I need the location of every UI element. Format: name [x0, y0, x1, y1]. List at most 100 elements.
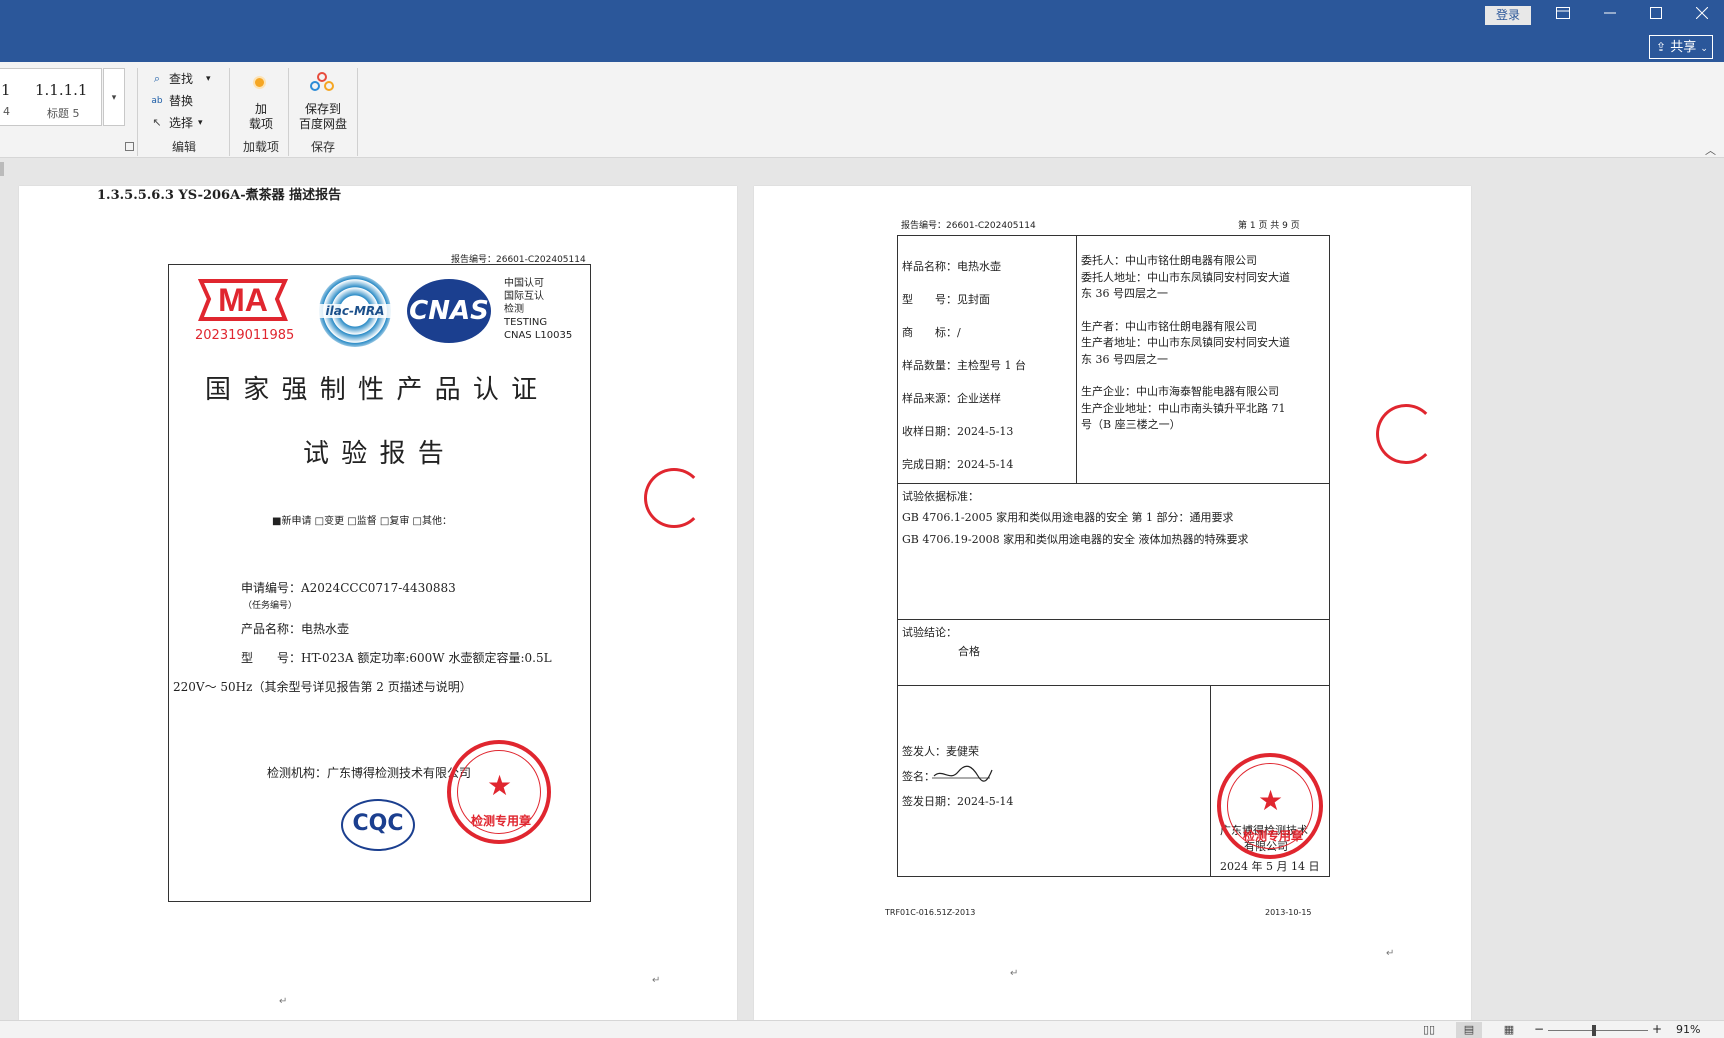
collapse-ribbon-icon[interactable]: ︿ [1705, 142, 1716, 158]
cnas-text-line: TESTING [504, 317, 548, 328]
model-info-continued: 220V～ 50Hz（其余型号详见报告第 2 页描述与说明） [173, 680, 472, 694]
issue-date: 签发日期：2024-5-14 [902, 795, 1014, 808]
ruler-marker [0, 162, 4, 176]
login-button[interactable]: 登录 [1485, 6, 1531, 25]
style-item-label[interactable]: 1.1.1.1 [35, 81, 87, 99]
style-item-sub: 4 [3, 105, 10, 118]
cnas-text-line: 中国认可 [504, 278, 544, 289]
certificate-frame: MA 202319011985 ilac-MRA CNAS 中国认可 国际互认 … [168, 264, 591, 902]
factory-address: 生产企业地址：中山市南头镇升平北路 71 [1081, 401, 1286, 415]
group-divider [229, 68, 230, 156]
task-number-label: （任务编号） [243, 601, 298, 611]
baidu-cloud-icon [310, 72, 336, 94]
ilac-mra-logo: ilac-MRA [319, 275, 391, 347]
select-button[interactable]: ↖ 选择 ▾ [150, 114, 203, 131]
sample-source: 样品来源：企业送样 [902, 392, 1001, 405]
search-icon: ⌕ [153, 71, 161, 85]
find-label: 查找 [169, 72, 194, 86]
style-item-sub: 标题 5 [47, 107, 80, 120]
addins-group-label: 加载项 [242, 140, 279, 154]
cnas-text-line: 国际互认 [504, 291, 544, 302]
factory-address-2: 号（B 座三楼之一） [1081, 418, 1181, 431]
test-standard: GB 4706.1-2005 家用和类似用途电器的安全 第 1 部分：通用要求 [902, 511, 1234, 524]
sample-model: 型 号：见封面 [902, 293, 990, 306]
close-icon[interactable] [1682, 4, 1722, 26]
addins-label-1: 加 [254, 102, 267, 116]
document-workspace[interactable]: 1.3.5.5.6.3 YS-206A-煮茶器 描述报告 报告编号：26601-… [0, 158, 1724, 1020]
star-icon: ★ [487, 769, 513, 802]
style-item-label[interactable]: 1 [1, 81, 11, 99]
zoom-in-button[interactable]: + [1652, 1022, 1662, 1036]
sample-quantity: 样品数量：主检型号 1 台 [902, 359, 1026, 372]
zoom-slider[interactable] [1548, 1030, 1648, 1031]
report-number: 报告编号：26601-C202405114 [901, 221, 1036, 231]
application-type-checkboxes: ■新申请 □变更 □监督 □复审 □其他： [272, 516, 452, 527]
issuing-date: 2024 年 5 月 14 日 [1220, 860, 1320, 873]
testing-lab: 检测机构：广东博得检测技术有限公司 [267, 766, 472, 780]
ribbon-display-icon[interactable] [1543, 4, 1583, 26]
replace-icon: ab [151, 95, 163, 106]
chevron-down-icon: ▾ [198, 117, 203, 128]
sample-name: 样品名称：电热水壶 [902, 260, 1001, 273]
zoom-level[interactable]: 91% [1676, 1023, 1700, 1036]
seal-label: 检测专用章 [471, 814, 532, 828]
paragraph-mark-icon: ↵ [1386, 948, 1395, 959]
client-address-2: 东 36 号四层之一 [1081, 287, 1168, 300]
editing-group-label: 编辑 [171, 140, 196, 154]
group-divider [357, 68, 358, 156]
title-bar: 登录 ⇪ 共享 ⌄ [0, 0, 1724, 62]
star-icon: ★ [1258, 784, 1284, 817]
document-page-2[interactable]: 报告编号：26601-C202405114 第 1 页 共 9 页 样品名称：电… [754, 186, 1471, 1020]
ribbon: 1 4 1.1.1.1 标题 5 ▾ ⌕ 查找 ▾ ab 替换 ↖ 选择 ▾ 编… [0, 62, 1724, 158]
save-to-baidu-button[interactable]: 保存到 百度网盘 [294, 102, 352, 132]
addins-button[interactable]: 加 载项 [244, 102, 278, 132]
share-icon: ⇪ [1656, 40, 1667, 54]
paragraph-mark-icon: ↵ [652, 975, 661, 986]
form-code: TRF01C-016.51Z-2013 [885, 908, 976, 917]
read-mode-icon[interactable]: ▯▯ [1416, 1022, 1442, 1038]
chevron-down-icon: ⌄ [1700, 44, 1708, 54]
issuer: 签发人：麦健荣 [902, 745, 979, 758]
print-layout-icon[interactable]: ▤ [1456, 1022, 1482, 1038]
select-label: 选择 [169, 116, 194, 130]
status-bar: ▯▯ ▤ ▦ − + 91% [0, 1020, 1724, 1038]
styles-gallery[interactable]: 1 4 1.1.1.1 标题 5 [0, 68, 102, 126]
page-number: 第 1 页 共 9 页 [1238, 221, 1300, 231]
client-address: 委托人地址：中山市东凤镇同安村同安大道 [1081, 270, 1290, 284]
partial-seal [1376, 404, 1436, 464]
ilac-label: ilac-MRA [319, 304, 391, 318]
web-layout-icon[interactable]: ▦ [1496, 1022, 1522, 1038]
report-title: 试 验 报 告 [303, 439, 446, 469]
maximize-icon[interactable] [1636, 4, 1676, 26]
replace-button[interactable]: ab 替换 [150, 92, 193, 109]
cnas-logo: CNAS [407, 279, 491, 343]
zoom-out-button[interactable]: − [1534, 1022, 1544, 1036]
cma-number: 202319011985 [195, 328, 295, 343]
minimize-icon[interactable] [1590, 4, 1630, 26]
styles-more-button[interactable]: ▾ [103, 68, 125, 126]
group-divider [137, 68, 138, 156]
application-number: 申请编号：A2024CCC0717-4430883 [241, 581, 456, 595]
save-group-label: 保存 [310, 140, 335, 154]
chevron-down-icon: ▾ [206, 73, 211, 84]
product-name: 产品名称：电热水壶 [241, 622, 350, 636]
zoom-slider-thumb[interactable] [1592, 1025, 1596, 1036]
sample-trademark: 商 标：/ [902, 326, 961, 339]
test-basis-label: 试验依据标准： [902, 490, 979, 503]
completed-date: 完成日期：2024-5-14 [902, 458, 1014, 471]
model-info: 型 号：HT-023A 额定功率:600W 水壶额定容量:0.5L [241, 651, 552, 665]
addins-label-2: 载项 [248, 117, 273, 131]
save-label-1: 保存到 [304, 102, 341, 116]
share-button[interactable]: ⇪ 共享 ⌄ [1649, 35, 1713, 59]
find-button[interactable]: ⌕ 查找 ▾ [150, 70, 211, 87]
received-date: 收样日期：2024-5-13 [902, 425, 1014, 438]
cnas-text: 中国认可 国际互认 检测 TESTING CNAS L10035 [504, 277, 572, 342]
cursor-icon: ↖ [152, 116, 162, 129]
document-page-1[interactable]: 1.3.5.5.6.3 YS-206A-煮茶器 描述报告 报告编号：26601-… [19, 186, 737, 1020]
form-date: 2013-10-15 [1265, 908, 1312, 917]
test-standard: GB 4706.19-2008 家用和类似用途电器的安全 液体加热器的特殊要求 [902, 533, 1249, 546]
cma-logo: MA [195, 275, 291, 325]
cqc-logo: CQC [341, 799, 415, 851]
dialog-launcher-icon[interactable] [125, 142, 134, 151]
seal-label: 检测专用章 [1243, 829, 1304, 843]
